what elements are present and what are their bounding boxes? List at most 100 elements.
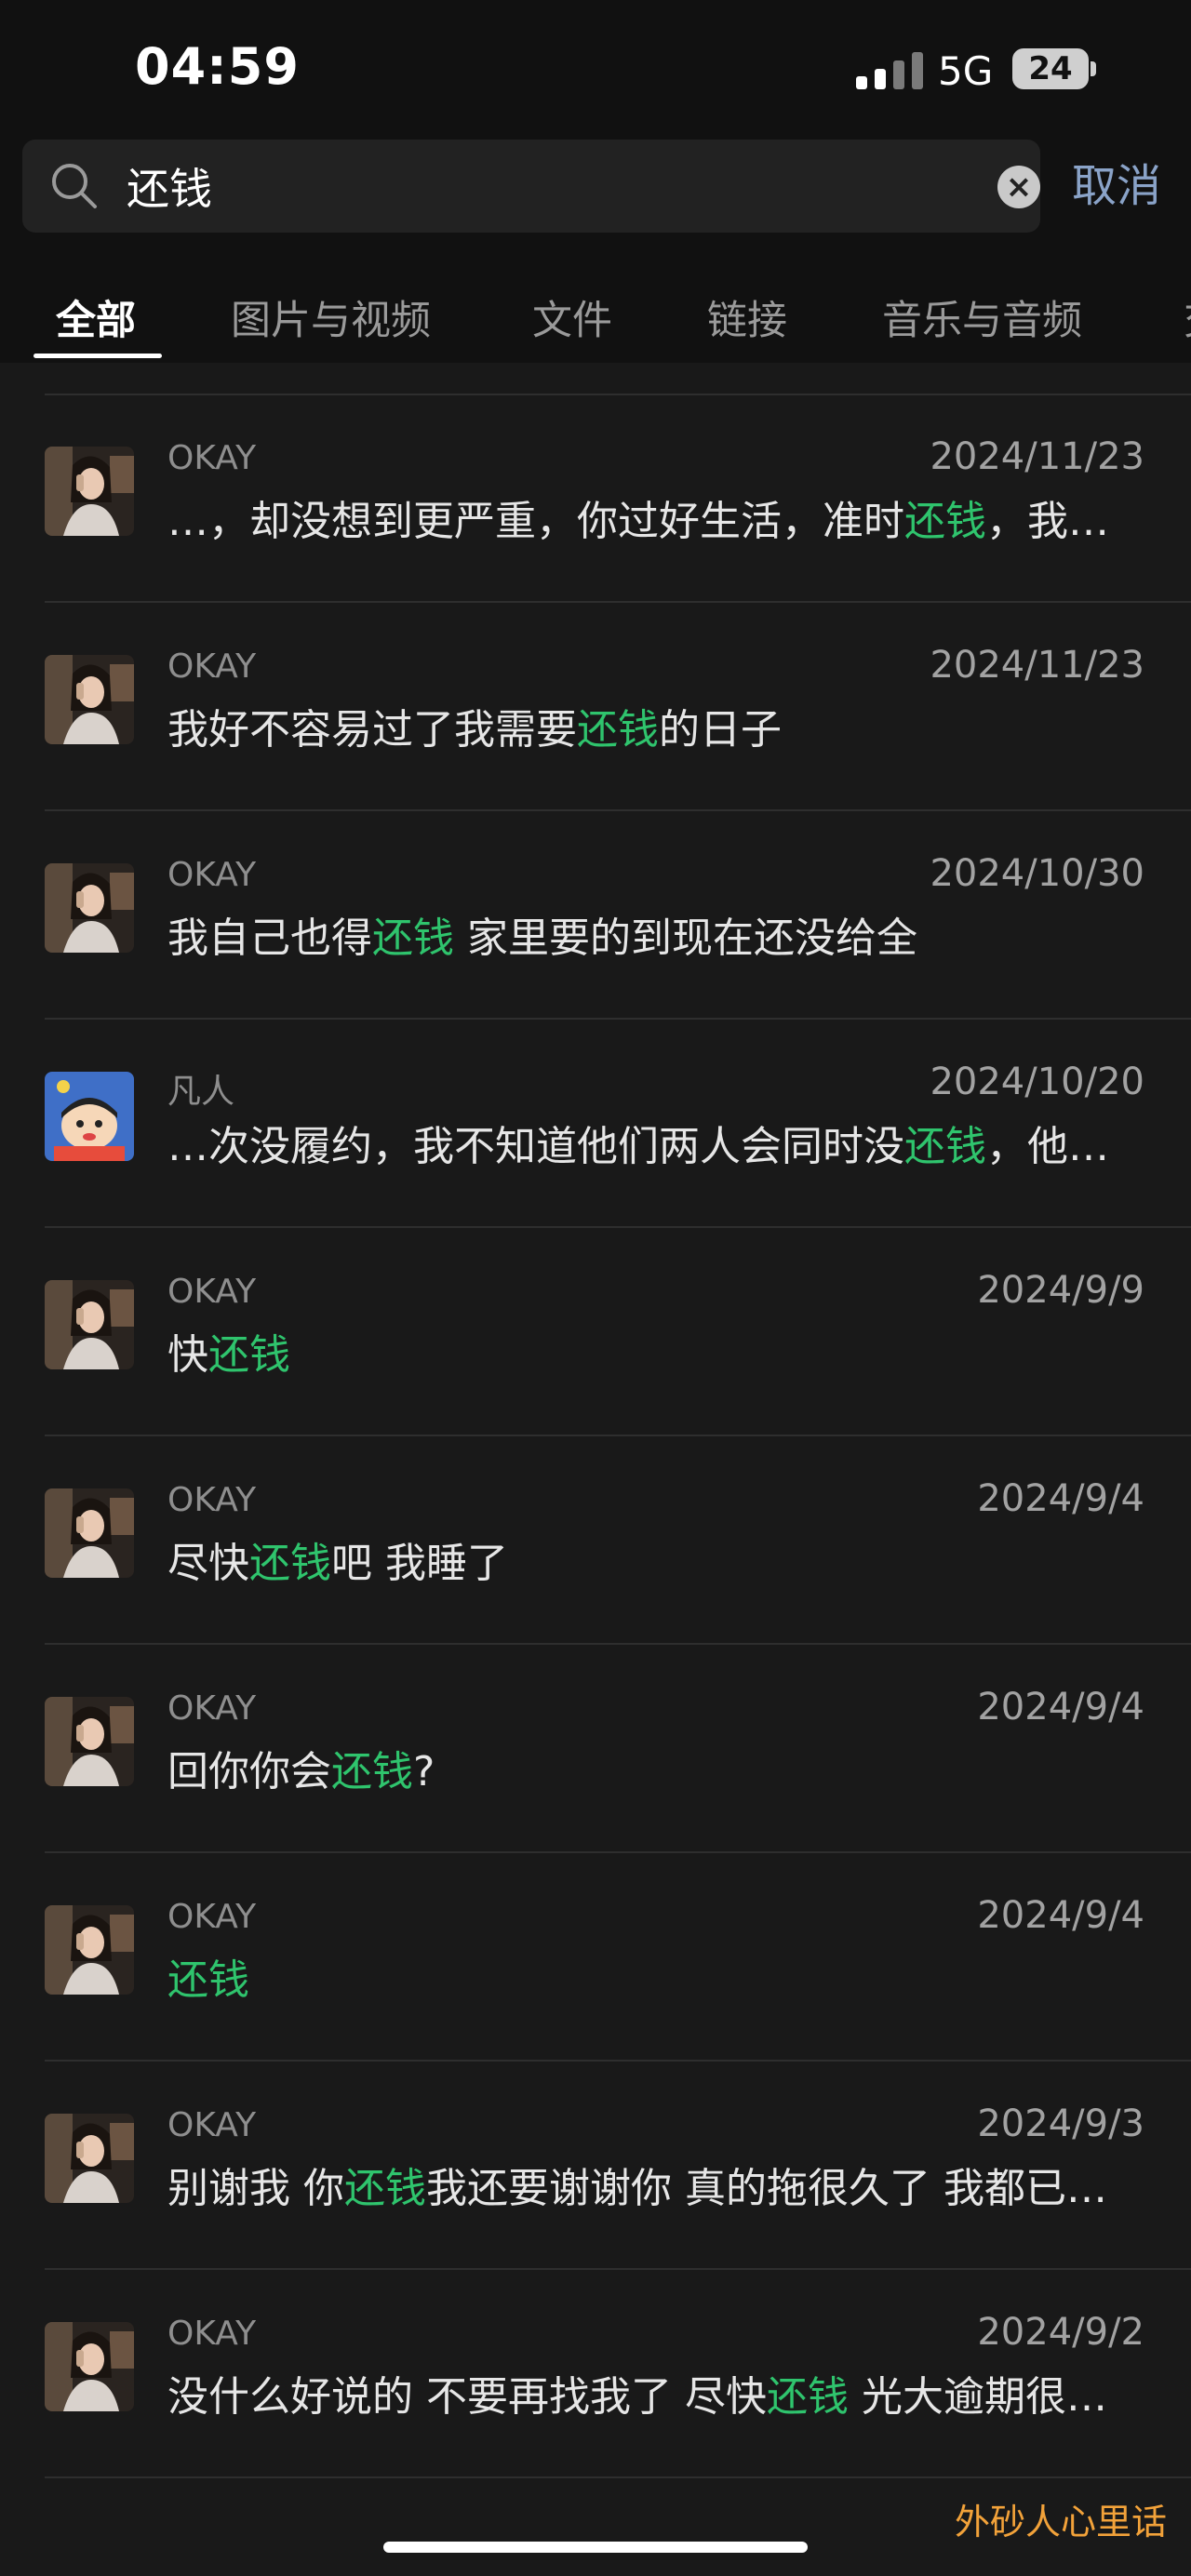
result-date: 2024/10/30 bbox=[930, 852, 1144, 895]
search-result-item[interactable]: OKAY 2024/9/9 快还钱 bbox=[0, 1228, 1191, 1436]
search-result-item[interactable]: OKAY 2024/9/3 别谢我 你还钱我还要谢谢你 真的拖很久了 我都已… bbox=[0, 2062, 1191, 2270]
search-icon bbox=[52, 164, 97, 208]
result-date: 2024/9/4 bbox=[977, 1686, 1144, 1728]
keyword-highlight: 还钱 bbox=[249, 1540, 331, 1587]
okay-avatar bbox=[45, 863, 134, 953]
search-result-item[interactable]: OKAY 2024/9/4 尽快还钱吧 我睡了 bbox=[0, 1436, 1191, 1645]
search-result-item[interactable]: OKAY 2024/11/23 …，却没想到更严重，你过好生活，准时还钱，我… bbox=[0, 394, 1191, 603]
result-sender: OKAY bbox=[167, 439, 257, 477]
keyword-highlight: 还钱 bbox=[344, 2165, 426, 2212]
search-result-item[interactable]: OKAY 2024/11/23 我好不容易过了我需要还钱的日子 bbox=[0, 603, 1191, 811]
cancel-button[interactable]: 取消 bbox=[1072, 156, 1161, 216]
battery-tip bbox=[1091, 61, 1096, 76]
okay-avatar bbox=[45, 1697, 134, 1786]
okay-avatar bbox=[45, 1280, 134, 1369]
result-message: 别谢我 你还钱我还要谢谢你 真的拖很久了 我都已… bbox=[167, 2155, 1144, 2214]
result-date: 2024/9/9 bbox=[977, 1269, 1144, 1312]
keyword-highlight: 还钱 bbox=[208, 1331, 290, 1379]
result-message: 尽快还钱吧 我睡了 bbox=[167, 1529, 1144, 1589]
clear-icon[interactable]: × bbox=[997, 166, 1040, 208]
keyword-highlight: 还钱 bbox=[331, 1748, 413, 1795]
message-text: 没什么好说的 不要再找我了 尽快 bbox=[167, 2373, 767, 2421]
message-text: …，却没想到更严重，你过好生活，准时 bbox=[167, 498, 904, 545]
watermark: 外砂人心里话 bbox=[954, 2502, 1167, 2543]
result-message: …，却没想到更严重，你过好生活，准时还钱，我… bbox=[167, 487, 1144, 547]
okay-avatar bbox=[45, 2322, 134, 2411]
message-text: 别谢我 你 bbox=[167, 2165, 344, 2212]
result-sender: OKAY bbox=[167, 1481, 257, 1519]
result-date: 2024/11/23 bbox=[930, 435, 1144, 478]
okay-avatar bbox=[45, 2114, 134, 2203]
okay-avatar bbox=[45, 1905, 134, 1995]
list-divider bbox=[45, 2476, 1191, 2478]
result-sender: OKAY bbox=[167, 1898, 257, 1936]
search-result-item[interactable]: 凡人 2024/10/20 …次没履约，我不知道他们两人会同时没还钱，他… bbox=[0, 1020, 1191, 1228]
search-box[interactable]: × bbox=[22, 140, 1040, 233]
result-sender: OKAY bbox=[167, 647, 257, 686]
result-message: 我好不容易过了我需要还钱的日子 bbox=[167, 696, 1144, 755]
result-sender: 凡人 bbox=[167, 1073, 235, 1111]
message-text: 家里要的到现在还没给全 bbox=[454, 914, 917, 962]
keyword-highlight: 还钱 bbox=[904, 498, 986, 545]
result-message: 还钱 bbox=[167, 1946, 1144, 2006]
result-sender: OKAY bbox=[167, 2315, 257, 2353]
tab-all[interactable]: 全部 bbox=[56, 288, 136, 346]
search-result-item[interactable]: OKAY 2024/9/2 没什么好说的 不要再找我了 尽快还钱 光大逾期很… bbox=[0, 2270, 1191, 2478]
message-text: 尽快 bbox=[167, 1540, 249, 1587]
keyword-highlight: 还钱 bbox=[904, 1123, 986, 1170]
tab-music-audio[interactable]: 音乐与音频 bbox=[882, 288, 1082, 346]
cartoon-avatar bbox=[45, 1072, 134, 1161]
result-date: 2024/10/20 bbox=[930, 1061, 1144, 1103]
okay-avatar bbox=[45, 655, 134, 744]
result-message: …次没履约，我不知道他们两人会同时没还钱，他… bbox=[167, 1113, 1144, 1172]
search-result-item[interactable]: OKAY 2024/10/30 我自己也得还钱 家里要的到现在还没给全 bbox=[0, 811, 1191, 1020]
result-message: 我自己也得还钱 家里要的到现在还没给全 bbox=[167, 904, 1144, 964]
search-bar: × 取消 bbox=[0, 140, 1191, 242]
tab-photos-videos[interactable]: 图片与视频 bbox=[231, 288, 431, 346]
result-date: 2024/9/4 bbox=[977, 1477, 1144, 1520]
keyword-highlight: 还钱 bbox=[577, 706, 659, 754]
result-date: 2024/9/4 bbox=[977, 1894, 1144, 1937]
result-message: 回你你会还钱? bbox=[167, 1738, 1144, 1797]
tab-links[interactable]: 链接 bbox=[707, 288, 787, 346]
result-date: 2024/9/3 bbox=[977, 2102, 1144, 2145]
tab-active-indicator bbox=[33, 354, 162, 358]
tab-more[interactable]: 交 bbox=[1184, 288, 1191, 346]
result-sender: OKAY bbox=[167, 1689, 257, 1728]
home-indicator bbox=[383, 2542, 808, 2553]
okay-avatar bbox=[45, 1488, 134, 1578]
search-result-item[interactable]: OKAY 2024/9/4 回你你会还钱? bbox=[0, 1645, 1191, 1853]
message-text: 快 bbox=[167, 1331, 208, 1379]
message-text: …次没履约，我不知道他们两人会同时没 bbox=[167, 1123, 904, 1170]
message-text: 的日子 bbox=[659, 706, 782, 754]
message-text: 我还要谢谢你 真的拖很久了 我都已… bbox=[426, 2165, 1107, 2212]
result-message: 快还钱 bbox=[167, 1321, 1144, 1381]
tab-files[interactable]: 文件 bbox=[532, 288, 612, 346]
message-text: 我好不容易过了我需要 bbox=[167, 706, 577, 754]
message-text: ，他… bbox=[986, 1123, 1109, 1170]
filter-tabs: 全部 图片与视频 文件 链接 音乐与音频 交 bbox=[0, 242, 1191, 363]
keyword-highlight: 还钱 bbox=[766, 2373, 849, 2421]
result-date: 2024/11/23 bbox=[930, 644, 1144, 687]
result-sender: OKAY bbox=[167, 856, 257, 894]
search-result-item[interactable]: OKAY 2024/9/4 还钱 bbox=[0, 1853, 1191, 2062]
signal-strength-icon bbox=[856, 52, 923, 89]
battery-level: 24 bbox=[1028, 50, 1073, 87]
message-text: ? bbox=[413, 1748, 435, 1795]
message-text: 回你你会 bbox=[167, 1748, 331, 1795]
keyword-highlight: 还钱 bbox=[167, 1956, 249, 2004]
result-date: 2024/9/2 bbox=[977, 2311, 1144, 2354]
message-text: 光大逾期很… bbox=[848, 2373, 1107, 2421]
network-type: 5G bbox=[938, 48, 994, 94]
okay-avatar bbox=[45, 447, 134, 536]
battery-icon: 24 bbox=[1012, 48, 1089, 89]
result-sender: OKAY bbox=[167, 2106, 257, 2144]
search-input[interactable] bbox=[127, 156, 927, 216]
status-bar: 04:59 5G 24 bbox=[0, 0, 1191, 140]
status-time: 04:59 bbox=[135, 37, 300, 96]
message-text: ，我… bbox=[986, 498, 1109, 545]
result-sender: OKAY bbox=[167, 1273, 257, 1311]
keyword-highlight: 还钱 bbox=[372, 914, 454, 962]
message-text: 我自己也得 bbox=[167, 914, 372, 962]
result-message: 没什么好说的 不要再找我了 尽快还钱 光大逾期很… bbox=[167, 2363, 1144, 2423]
